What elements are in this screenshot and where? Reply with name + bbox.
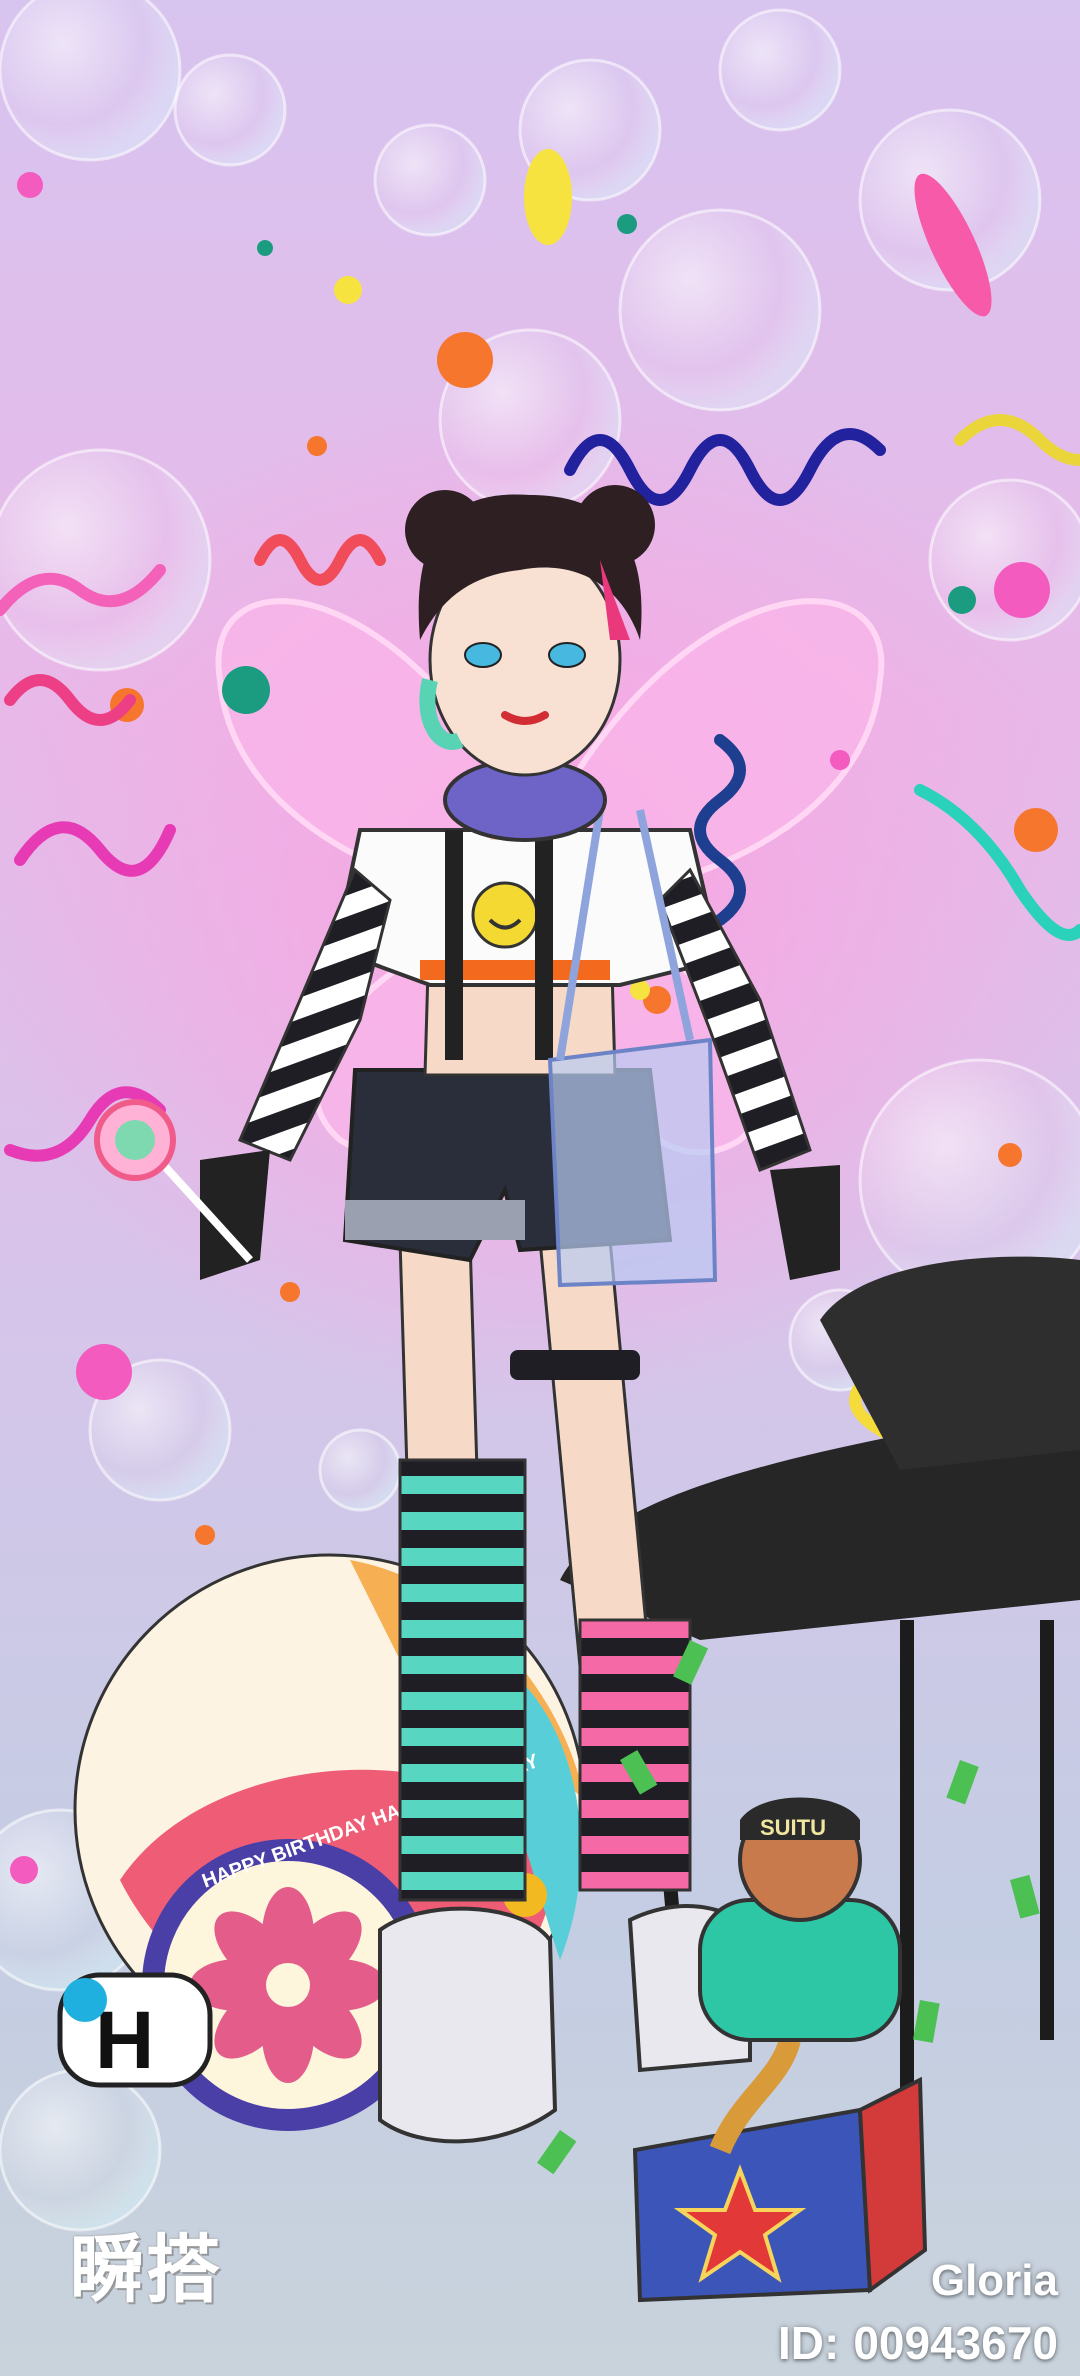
player-name: Gloria: [930, 2256, 1058, 2305]
dress-up-scene: HAPPY BIRTHDAY HAPPY BIRTHDAY H B: [0, 0, 1080, 2376]
app-logo: 瞬搭: [70, 2227, 222, 2313]
player-id-label: ID:: [778, 2317, 840, 2369]
player-id: ID: 00943670: [778, 2316, 1058, 2370]
player-id-value: 00943670: [853, 2317, 1058, 2369]
jack-hat-text: SUITU: [760, 1815, 826, 1840]
